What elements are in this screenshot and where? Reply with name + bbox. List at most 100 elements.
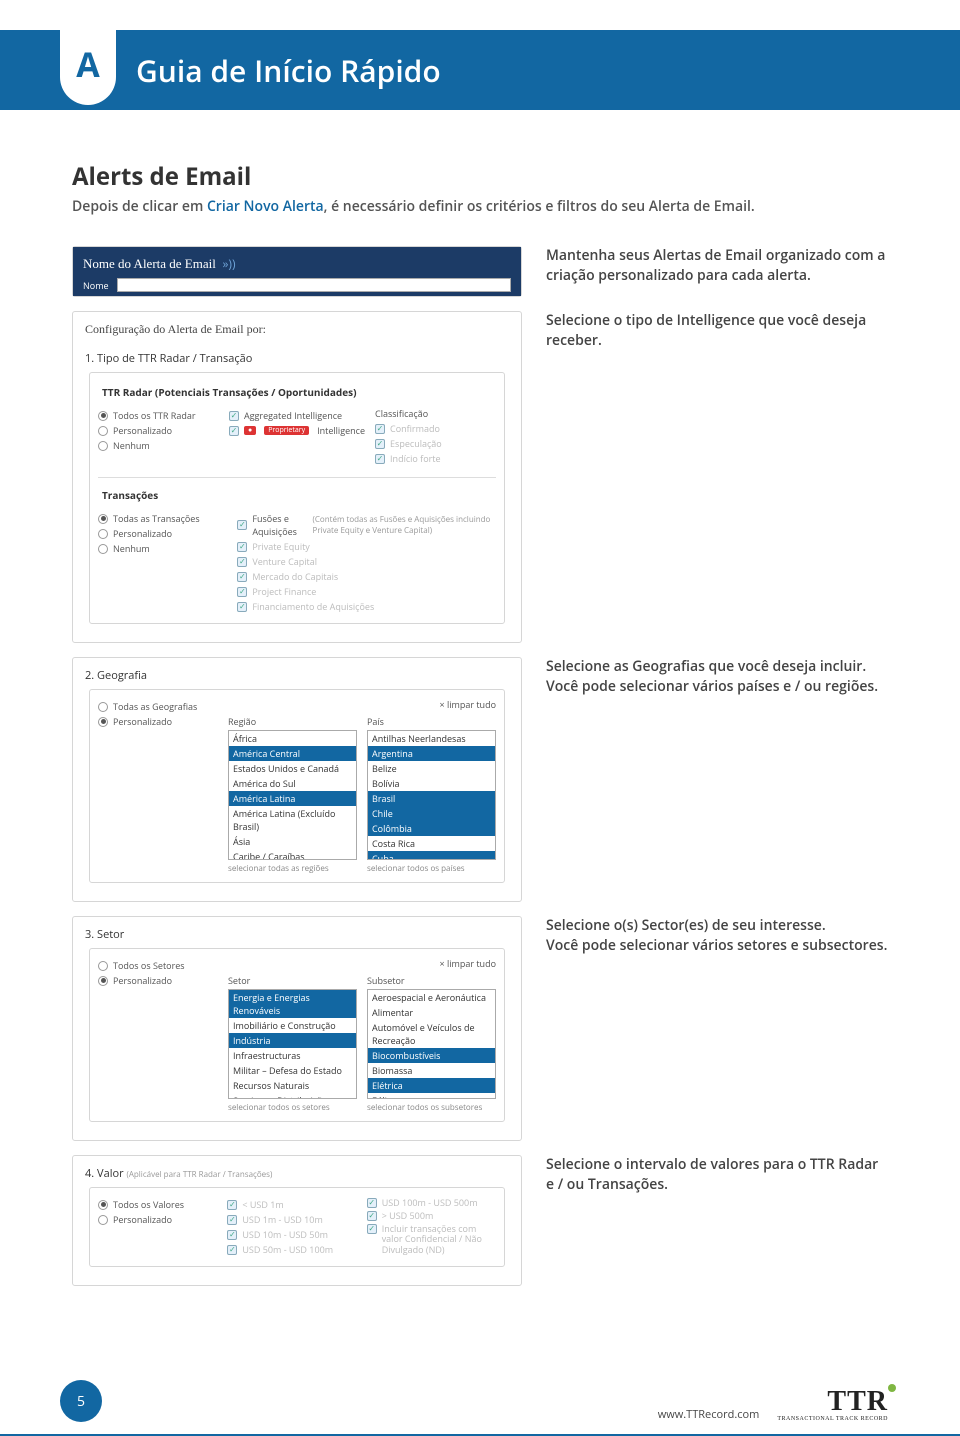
topt-chk-5[interactable] (237, 602, 247, 612)
country-item-8[interactable]: Cuba (368, 851, 495, 860)
class-chk-1[interactable] (375, 439, 385, 449)
val-radio-1[interactable] (98, 1215, 108, 1225)
radar-label-1: Personalizado (113, 424, 172, 437)
row-sector: 3. Setor Todos os SetoresPersonalizado ×… (72, 916, 888, 1141)
valL-chk-0[interactable] (227, 1200, 237, 1210)
subsec-item-1[interactable]: Alimentar (368, 1005, 495, 1020)
sec-item-6[interactable]: Serviços e Distribuição (229, 1093, 356, 1099)
sec-item-0[interactable]: Energia e Energias Renováveis (229, 990, 356, 1018)
trans-radio-0[interactable] (98, 514, 108, 524)
subsec-item-0[interactable]: Aeroespacial e Aeronáutica (368, 990, 495, 1005)
valL-chk-3[interactable] (227, 1245, 237, 1255)
blk5-title-text: 4. Valor (85, 1166, 124, 1181)
blk3-title: 2. Geografia (85, 668, 509, 683)
chk-proprietary[interactable] (229, 426, 239, 436)
pill-proprietary: Proprietary (264, 426, 309, 435)
trans-label-0: Todas as Transações (113, 512, 200, 525)
topt-chk-2[interactable] (237, 557, 247, 567)
subsec-item-2[interactable]: Automóvel e Veículos de Recreação (368, 1020, 495, 1048)
radar-label-2: Nenhum (113, 439, 150, 452)
sector-radio-1[interactable] (98, 976, 108, 986)
topt-chk-0[interactable] (237, 520, 247, 530)
trans-radio-1[interactable] (98, 529, 108, 539)
clear-sector[interactable]: × limpar tudo (228, 957, 496, 970)
country-item-6[interactable]: Colômbia (368, 821, 495, 836)
country-item-4[interactable]: Brasil (368, 791, 495, 806)
panel-alert-name: Nome do Alerta de Email »)) Nome (72, 246, 522, 297)
region-item-1[interactable]: América Central (229, 746, 356, 761)
note-2: Selecione o tipo de Intelligence que voc… (546, 311, 888, 643)
blk5-note: (Aplicável para TTR Radar / Transações) (126, 1169, 272, 1180)
topt-chk-3[interactable] (237, 572, 247, 582)
trans-label-1: Personalizado (113, 527, 172, 540)
radar-radio-0[interactable] (98, 411, 108, 421)
country-item-7[interactable]: Costa Rica (368, 836, 495, 851)
class-label: Classificação (375, 407, 496, 420)
sec-item-4[interactable]: Militar – Defesa do Estado (229, 1063, 356, 1078)
region-item-0[interactable]: África (229, 731, 356, 746)
sel-all-regions[interactable]: selecionar todas as regiões (228, 863, 357, 874)
radar-radio-1[interactable] (98, 426, 108, 436)
topt-chk-4[interactable] (237, 587, 247, 597)
blk5-title: 4. Valor (Aplicável para TTR Radar / Tra… (85, 1166, 509, 1181)
listbox-regions[interactable]: ÁfricaAmérica CentralEstados Unidos e Ca… (228, 730, 357, 860)
country-item-0[interactable]: Antilhas Neerlandesas (368, 731, 495, 746)
geo-radio-1[interactable] (98, 717, 108, 727)
region-item-7[interactable]: Caribe / Caraíbas (229, 849, 356, 860)
valR-chk-0[interactable] (367, 1198, 377, 1208)
trans-label-2: Nenhum (113, 542, 150, 555)
sub-trans: Transações (102, 488, 496, 502)
subsec-item-3[interactable]: Biocombustíveis (368, 1048, 495, 1063)
sel-all-subsectors[interactable]: selecionar todos os subsetores (367, 1102, 496, 1113)
valR-chk-1[interactable] (367, 1211, 377, 1221)
header-bar: A Guia de Início Rápido (0, 30, 960, 110)
sec-item-2[interactable]: Indústria (229, 1033, 356, 1048)
topt-chk-1[interactable] (237, 542, 247, 552)
country-item-1[interactable]: Argentina (368, 746, 495, 761)
sel-all-countries[interactable]: selecionar todos os países (367, 863, 496, 874)
desc-link[interactable]: Criar Novo Alerta (207, 197, 324, 216)
sec-item-3[interactable]: Infraestructuras (229, 1048, 356, 1063)
region-item-2[interactable]: Estados Unidos e Canadá (229, 761, 356, 776)
sec-item-5[interactable]: Recursos Naturais (229, 1078, 356, 1093)
footer-url[interactable]: www.TTRecord.com (658, 1407, 760, 1422)
listbox-sectors[interactable]: Energia e Energias RenováveisImobiliário… (228, 989, 357, 1099)
listbox-subsectors[interactable]: Aeroespacial e AeronáuticaAlimentarAutom… (367, 989, 496, 1099)
cfg-title: Configuração do Alerta de Email por: (85, 322, 509, 337)
clear-geo[interactable]: × limpar tudo (228, 698, 496, 711)
subsec-item-5[interactable]: Elétrica (368, 1078, 495, 1093)
topt-label-4: Project Finance (252, 585, 316, 598)
topt-label-3: Mercado do Capitais (252, 570, 338, 583)
country-item-2[interactable]: Belize (368, 761, 495, 776)
inner-radar: TTR Radar (Potenciais Transações / Oport… (89, 372, 505, 624)
sel-all-sectors[interactable]: selecionar todos os setores (228, 1102, 357, 1113)
valR-label-0: USD 100m - USD 500m (382, 1198, 478, 1209)
radar-label-0: Todos os TTR Radar (113, 409, 196, 422)
listbox-countries[interactable]: Antilhas NeerlandesasArgentinaBelizeBolí… (367, 730, 496, 860)
valL-chk-1[interactable] (227, 1215, 237, 1225)
chk-aggregated[interactable] (229, 411, 239, 421)
country-item-3[interactable]: Bolívia (368, 776, 495, 791)
region-item-6[interactable]: Ásia (229, 834, 356, 849)
subsec-item-4[interactable]: Biomassa (368, 1063, 495, 1078)
sec-item-1[interactable]: Imobiliário e Construção (229, 1018, 356, 1033)
page-content: Alerts de Email Depois de clicar em Cria… (0, 110, 960, 1340)
alert-name-input[interactable] (117, 278, 511, 292)
region-item-3[interactable]: América do Sul (229, 776, 356, 791)
region-item-5[interactable]: América Latina (Excluído Brasil) (229, 806, 356, 834)
subsec-item-6[interactable]: Eólica (368, 1093, 495, 1099)
trans-radio-2[interactable] (98, 544, 108, 554)
valL-chk-2[interactable] (227, 1230, 237, 1240)
class-label-1: Especulação (390, 437, 442, 450)
valR-chk-2[interactable] (367, 1224, 377, 1234)
radar-radio-2[interactable] (98, 441, 108, 451)
class-chk-0[interactable] (375, 424, 385, 434)
val-label-1: Personalizado (113, 1213, 172, 1226)
region-item-4[interactable]: América Latina (229, 791, 356, 806)
class-chk-2[interactable] (375, 454, 385, 464)
sector-radio-0[interactable] (98, 961, 108, 971)
note-5: Selecione o intervalo de valores para o … (546, 1155, 888, 1286)
geo-radio-0[interactable] (98, 702, 108, 712)
val-radio-0[interactable] (98, 1200, 108, 1210)
country-item-5[interactable]: Chile (368, 806, 495, 821)
